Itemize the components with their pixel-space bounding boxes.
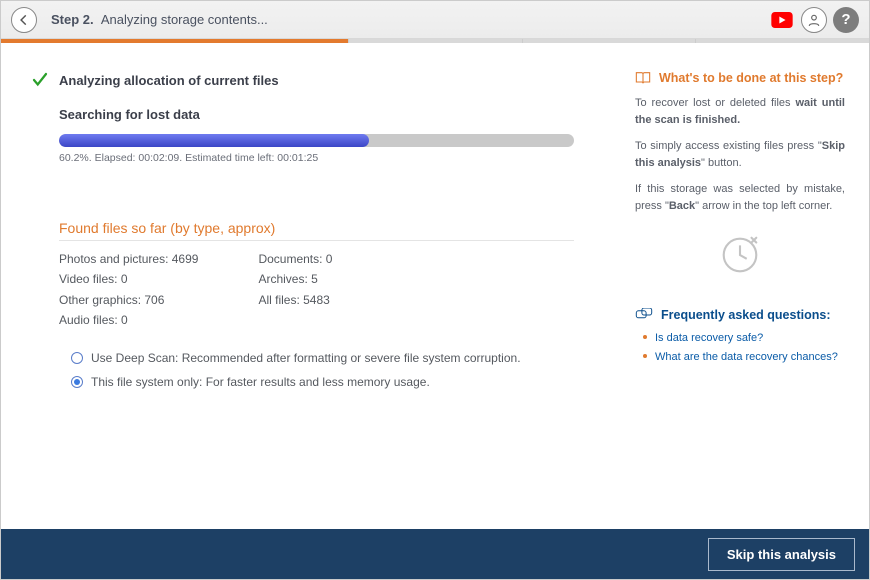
faq-link-safety[interactable]: Is data recovery safe?: [655, 332, 763, 344]
info-paragraph-1: To recover lost or deleted files wait un…: [635, 95, 845, 128]
book-icon: [635, 71, 651, 85]
stat-documents: Documents: 0: [258, 249, 332, 269]
found-files-heading: Found files so far (by type, approx): [59, 220, 574, 241]
youtube-icon: [771, 12, 793, 28]
faq-icon: [635, 308, 653, 322]
stat-photos: Photos and pictures: 4699: [59, 249, 198, 269]
stat-video: Video files: 0: [59, 269, 198, 289]
file-stats: Photos and pictures: 4699 Video files: 0…: [59, 249, 615, 331]
stat-other-graphics: Other graphics: 706: [59, 290, 198, 310]
completed-step-label: Analyzing allocation of current files: [59, 73, 279, 88]
scan-progress-bar: [59, 134, 574, 147]
help-icon: ?: [841, 11, 850, 28]
back-button[interactable]: [11, 7, 37, 33]
account-button[interactable]: [801, 7, 827, 33]
stat-audio: Audio files: 0: [59, 310, 198, 330]
main-left-panel: Analyzing allocation of current files Se…: [31, 71, 615, 519]
footer-bar: Skip this analysis: [1, 529, 869, 579]
completed-step-row: Analyzing allocation of current files: [31, 71, 615, 89]
help-button[interactable]: ?: [833, 7, 859, 33]
user-icon: [807, 13, 821, 27]
faq-heading: Frequently asked questions:: [635, 308, 845, 322]
skip-analysis-button[interactable]: Skip this analysis: [708, 538, 855, 571]
info-heading: What's to be done at this step?: [635, 71, 845, 85]
progress-stepper: [1, 39, 869, 43]
option-filesystem-only-label: This file system only: For faster result…: [91, 375, 430, 389]
waiting-clock-illustration: [635, 232, 845, 278]
step-number: Step 2.: [51, 12, 94, 27]
info-paragraph-2: To simply access existing files press "S…: [635, 138, 845, 171]
step-description: Analyzing storage contents...: [101, 12, 268, 27]
info-right-panel: What's to be done at this step? To recov…: [635, 71, 845, 519]
step-title: Step 2. Analyzing storage contents...: [51, 12, 268, 27]
active-step-label: Searching for lost data: [59, 107, 615, 122]
info-paragraph-3: If this storage was selected by mistake,…: [635, 181, 845, 214]
youtube-button[interactable]: [769, 7, 795, 33]
header-bar: Step 2. Analyzing storage contents... ?: [1, 1, 869, 39]
checkmark-icon: [31, 71, 49, 89]
option-deep-scan-label: Use Deep Scan: Recommended after formatt…: [91, 351, 521, 365]
clock-icon: [717, 232, 763, 278]
arrow-left-icon: [17, 13, 31, 27]
stat-archives: Archives: 5: [258, 269, 332, 289]
radio-icon: [71, 376, 83, 388]
scan-progress-text: 60.2%. Elapsed: 00:02:09. Estimated time…: [59, 152, 615, 164]
option-deep-scan[interactable]: Use Deep Scan: Recommended after formatt…: [71, 351, 615, 365]
radio-icon: [71, 352, 83, 364]
option-filesystem-only[interactable]: This file system only: For faster result…: [71, 375, 615, 389]
stat-all-files: All files: 5483: [258, 290, 332, 310]
faq-link-chances[interactable]: What are the data recovery chances?: [655, 351, 838, 363]
scan-progress-fill: [59, 134, 369, 147]
faq-list: Is data recovery safe? What are the data…: [635, 330, 845, 363]
